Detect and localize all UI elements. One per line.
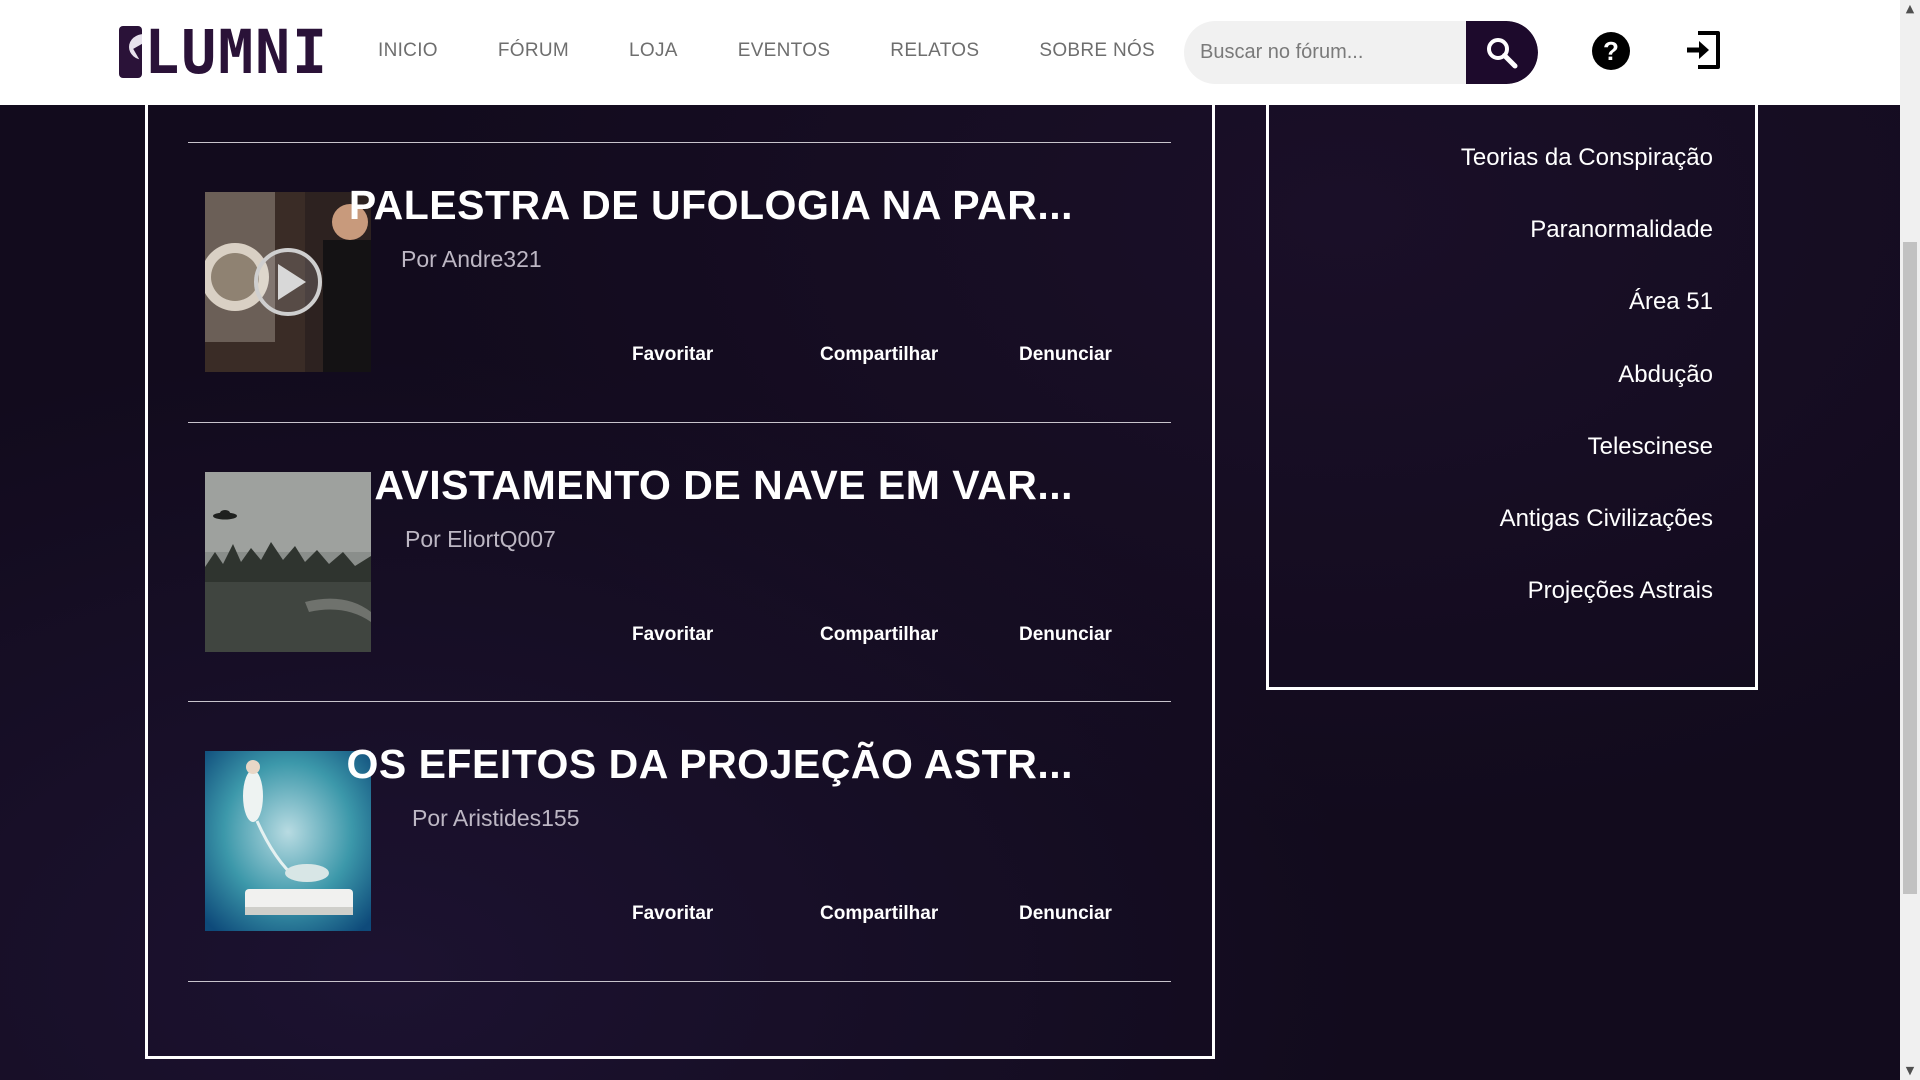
share-button[interactable]: Compartilhar (820, 903, 938, 925)
nav-item-sobre-nos[interactable]: SOBRE NÓS (1039, 40, 1155, 62)
post-actions: Favoritar Compartilhar Denunciar (632, 624, 1152, 650)
nav-item-loja[interactable]: LOJA (629, 40, 678, 62)
scroll-thumb[interactable] (1903, 242, 1917, 894)
report-button[interactable]: Denunciar (1019, 344, 1112, 366)
post-title[interactable]: OS EFEITOS DA PROJEÇÃO ASTR... (346, 741, 1073, 788)
category-astral-projections[interactable]: Projeções Astrais (1333, 577, 1753, 605)
post-actions: Favoritar Compartilhar Denunciar (632, 903, 1152, 929)
share-button[interactable]: Compartilhar (820, 624, 938, 646)
scroll-up-icon[interactable]: ▲ (1900, 0, 1920, 18)
nav-item-relatos[interactable]: RELATOS (890, 40, 979, 62)
report-button[interactable]: Denunciar (1019, 624, 1112, 646)
brand-logo[interactable]: LUMNI (119, 16, 329, 88)
post-divider (188, 981, 1171, 982)
post-title[interactable]: PALESTRA DE UFOLOGIA NA PAR... (349, 182, 1073, 229)
post-author[interactable]: Por Aristides155 (412, 805, 579, 832)
main-nav: INICIO FÓRUM LOJA EVENTOS RELATOS SOBRE … (378, 40, 1215, 62)
category-area-51[interactable]: Área 51 (1333, 288, 1753, 316)
nav-item-inicio[interactable]: INICIO (378, 40, 438, 62)
favorite-button[interactable]: Favoritar (632, 624, 713, 646)
scroll-down-icon[interactable]: ▼ (1900, 1062, 1920, 1080)
nav-item-eventos[interactable]: EVENTOS (738, 40, 831, 62)
category-paranormal[interactable]: Paranormalidade (1333, 216, 1753, 244)
brand-name: LUMNI (144, 16, 329, 88)
post-item: AVISTAMENTO DE NAVE EM VAR... Por Eliort… (188, 422, 1171, 702)
category-ancient-civilizations[interactable]: Antigas Civilizações (1333, 505, 1753, 533)
post-item: PALESTRA DE UFOLOGIA NA PAR... Por Andre… (188, 142, 1171, 422)
top-navigation-bar: LUMNI INICIO FÓRUM LOJA EVENTOS RELATOS … (0, 0, 1900, 105)
post-author[interactable]: Por Andre321 (401, 246, 542, 273)
login-icon[interactable] (1684, 29, 1724, 71)
search-button[interactable] (1466, 21, 1538, 84)
report-button[interactable]: Denunciar (1019, 903, 1112, 925)
post-item: OS EFEITOS DA PROJEÇÃO ASTR... Por Arist… (188, 701, 1171, 981)
category-abduction[interactable]: Abdução (1333, 361, 1753, 389)
categories-panel: Teorias da Conspiração Paranormalidade Á… (1266, 90, 1758, 690)
share-button[interactable]: Compartilhar (820, 344, 938, 366)
search-box (1184, 21, 1538, 84)
search-input[interactable] (1184, 21, 1466, 84)
category-conspiracy-theories[interactable]: Teorias da Conspiração (1333, 144, 1753, 172)
favorite-button[interactable]: Favoritar (632, 344, 713, 366)
ufo-logo-icon (119, 26, 143, 78)
video-thumbnail[interactable] (205, 192, 371, 372)
ufo-sighting-photo[interactable] (205, 472, 371, 652)
nav-item-forum[interactable]: FÓRUM (498, 40, 569, 62)
favorite-button[interactable]: Favoritar (632, 903, 713, 925)
post-author[interactable]: Por EliortQ007 (405, 526, 556, 553)
page-scrollbar[interactable]: ▲ ▼ (1900, 0, 1920, 1080)
category-telekinesis[interactable]: Telescinese (1333, 433, 1753, 461)
help-icon[interactable]: ? (1592, 32, 1630, 70)
search-icon (1487, 37, 1518, 68)
post-title[interactable]: AVISTAMENTO DE NAVE EM VAR... (374, 462, 1073, 509)
post-actions: Favoritar Compartilhar Denunciar (632, 344, 1152, 370)
